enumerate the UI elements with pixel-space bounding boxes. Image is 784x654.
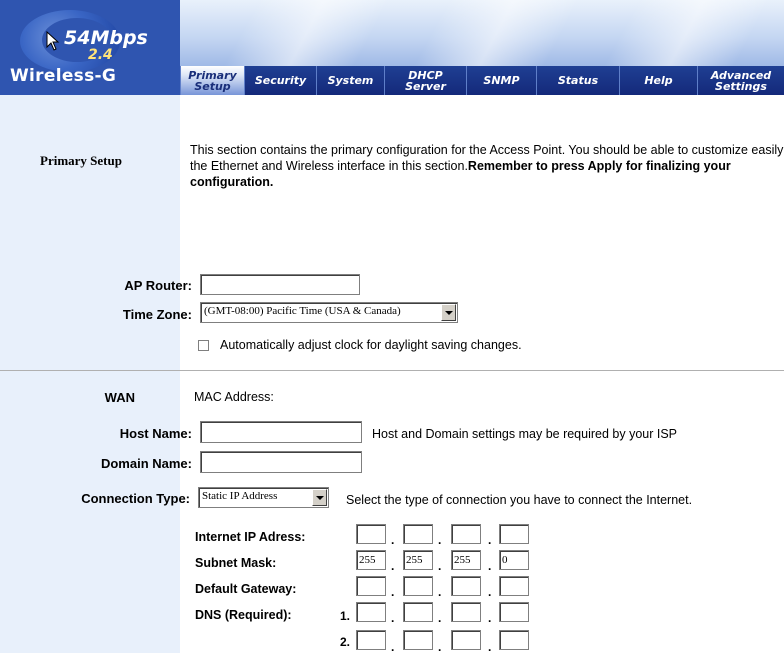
host-domain-hint: Host and Domain settings may be required… bbox=[372, 427, 678, 441]
side-band bbox=[0, 95, 180, 653]
internet-ip-octet-2[interactable] bbox=[403, 524, 433, 544]
tab-snmp[interactable]: SNMP bbox=[466, 66, 536, 95]
ip-dot: . bbox=[438, 611, 442, 625]
subnet-octet-2[interactable] bbox=[403, 550, 433, 570]
section-divider bbox=[0, 370, 784, 371]
ap-router-label: AP Router: bbox=[124, 278, 192, 293]
ip-dot: . bbox=[438, 559, 442, 573]
ip-dot: . bbox=[391, 611, 395, 625]
tab-label: SNMP bbox=[483, 74, 520, 87]
ip-dot: . bbox=[391, 533, 395, 547]
time-zone-label: Time Zone: bbox=[122, 307, 192, 322]
dns-label: DNS (Required): bbox=[195, 608, 292, 622]
chevron-down-icon[interactable] bbox=[312, 489, 327, 506]
dns2-octet-1[interactable] bbox=[356, 630, 386, 650]
brand-band: 2.4 bbox=[88, 47, 113, 63]
dst-checkbox[interactable] bbox=[198, 340, 209, 351]
dns1-octet-3[interactable] bbox=[451, 602, 481, 622]
mac-address-label: MAC Address: bbox=[194, 390, 274, 404]
gateway-octet-1[interactable] bbox=[356, 576, 386, 596]
dns2-octet-4[interactable] bbox=[499, 630, 529, 650]
host-name-input[interactable] bbox=[200, 421, 362, 443]
internet-ip-octet-3[interactable] bbox=[451, 524, 481, 544]
host-name-label: Host Name: bbox=[119, 426, 192, 441]
tab-help[interactable]: Help bbox=[619, 66, 697, 95]
dns1-octet-4[interactable] bbox=[499, 602, 529, 622]
ip-dot: . bbox=[488, 559, 492, 573]
dns1-octet-1[interactable] bbox=[356, 602, 386, 622]
mouse-cursor-icon bbox=[40, 17, 60, 51]
default-gateway-label: Default Gateway: bbox=[195, 582, 297, 596]
tab-label-line2: Setup bbox=[194, 79, 231, 93]
domain-name-input[interactable] bbox=[200, 451, 362, 473]
dns2-octet-3[interactable] bbox=[451, 630, 481, 650]
tab-label-line2: Settings bbox=[715, 79, 767, 93]
gateway-octet-2[interactable] bbox=[403, 576, 433, 596]
time-zone-value: (GMT-08:00) Pacific Time (USA & Canada) bbox=[204, 305, 401, 317]
internet-ip-octet-4[interactable] bbox=[499, 524, 529, 544]
tab-label: Help bbox=[644, 74, 673, 87]
brand-speed: 54Mbps bbox=[64, 27, 148, 49]
internet-ip-octet-1[interactable] bbox=[356, 524, 386, 544]
dns1-index: 1. bbox=[340, 609, 351, 623]
subnet-mask-label: Subnet Mask: bbox=[195, 556, 277, 570]
section-title-primary-setup: Primary Setup bbox=[40, 153, 122, 168]
ip-dot: . bbox=[488, 533, 492, 547]
ip-dot: . bbox=[391, 559, 395, 573]
intro-text: This section contains the primary config… bbox=[190, 142, 784, 190]
ip-dot: . bbox=[391, 640, 395, 654]
tab-system[interactable]: System bbox=[316, 66, 384, 95]
connection-type-select[interactable]: Static IP Address bbox=[198, 487, 329, 508]
subnet-octet-1[interactable] bbox=[356, 550, 386, 570]
connection-type-label: Connection Type: bbox=[81, 491, 190, 506]
ip-dot: . bbox=[438, 585, 442, 599]
header-banner: 54Mbps 2.4 Wireless-G Primary Setup Secur… bbox=[0, 0, 784, 95]
subnet-octet-3[interactable] bbox=[451, 550, 481, 570]
domain-name-label: Domain Name: bbox=[100, 456, 192, 471]
tab-status[interactable]: Status bbox=[536, 66, 619, 95]
gateway-octet-4[interactable] bbox=[499, 576, 529, 596]
ip-dot: . bbox=[438, 640, 442, 654]
main-nav: Primary Setup Security System DHCP Server … bbox=[180, 66, 784, 95]
section-title-wan: WAN bbox=[104, 390, 135, 405]
connection-type-hint: Select the type of connection you have t… bbox=[346, 493, 693, 507]
logo-panel: 54Mbps 2.4 Wireless-G bbox=[0, 0, 180, 95]
ip-dot: . bbox=[488, 585, 492, 599]
tab-dhcp-server[interactable]: DHCP Server bbox=[384, 66, 466, 95]
tab-label: System bbox=[327, 74, 374, 87]
tab-label-line2: Server bbox=[405, 79, 446, 93]
ip-dot: . bbox=[391, 585, 395, 599]
dns2-index: 2. bbox=[340, 635, 351, 649]
ip-dot: . bbox=[488, 611, 492, 625]
tab-label: Status bbox=[557, 74, 599, 87]
ip-dot: . bbox=[438, 533, 442, 547]
ap-router-input[interactable] bbox=[200, 274, 360, 295]
tab-primary-setup[interactable]: Primary Setup bbox=[180, 66, 244, 95]
ip-dot: . bbox=[488, 640, 492, 654]
tab-advanced-settings[interactable]: Advanced Settings bbox=[697, 66, 784, 95]
gateway-octet-3[interactable] bbox=[451, 576, 481, 596]
dns1-octet-2[interactable] bbox=[403, 602, 433, 622]
tab-security[interactable]: Security bbox=[244, 66, 316, 95]
dns2-octet-2[interactable] bbox=[403, 630, 433, 650]
brand-name: Wireless-G bbox=[10, 66, 117, 86]
chevron-down-icon[interactable] bbox=[441, 304, 456, 321]
dst-checkbox-label: Automatically adjust clock for daylight … bbox=[220, 338, 522, 352]
connection-type-value: Static IP Address bbox=[202, 490, 278, 502]
internet-ip-label: Internet IP Adress: bbox=[195, 530, 306, 544]
subnet-octet-4[interactable] bbox=[499, 550, 529, 570]
time-zone-select[interactable]: (GMT-08:00) Pacific Time (USA & Canada) bbox=[200, 302, 458, 323]
tab-label: Security bbox=[254, 74, 307, 87]
